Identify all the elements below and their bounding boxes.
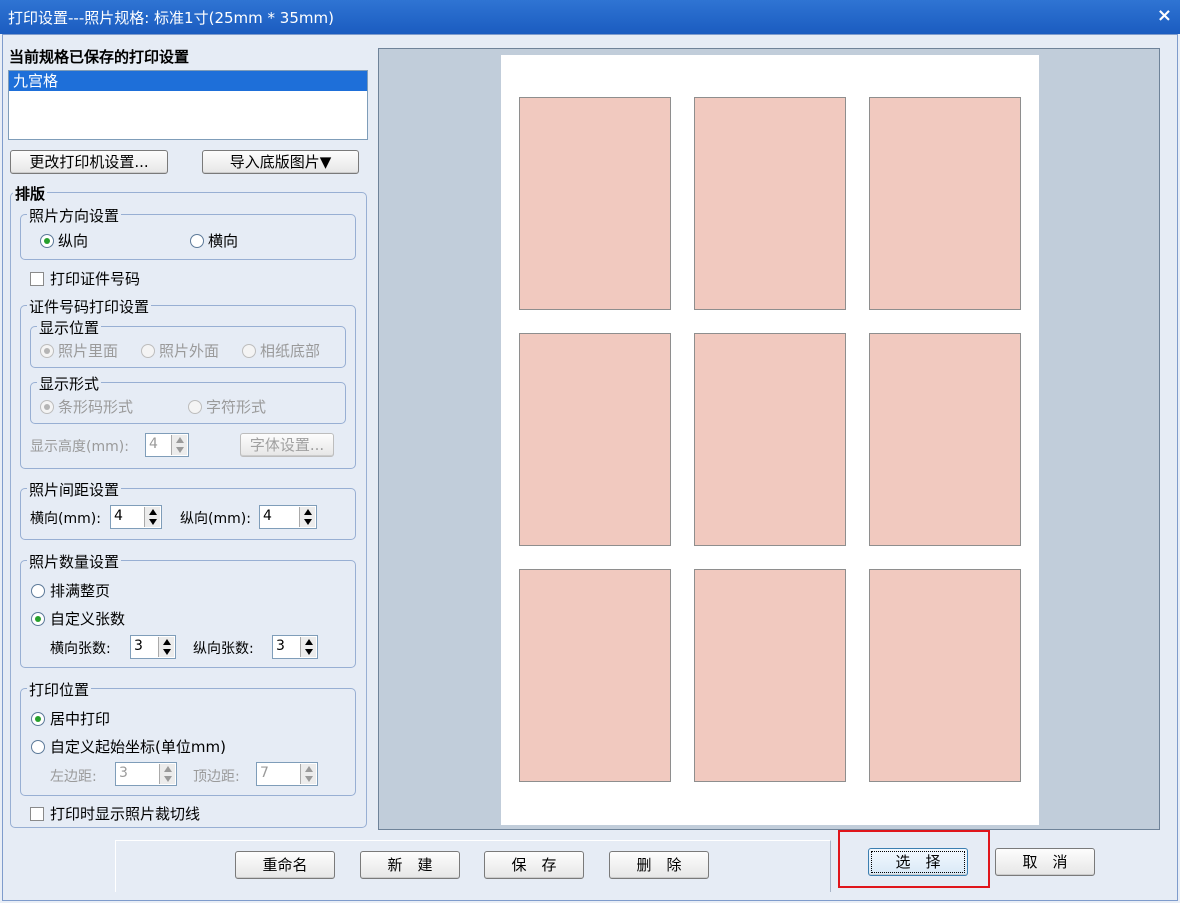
import-background-button[interactable]: 导入底版图片▼ — [202, 150, 359, 174]
stepper-arrows-icon[interactable] — [144, 507, 160, 527]
cols-value: 3 — [134, 638, 143, 654]
h-spacing-value: 4 — [114, 508, 123, 524]
close-icon[interactable]: × — [1157, 5, 1172, 26]
portrait-label: 纵向 — [58, 232, 89, 250]
preview-photo — [519, 97, 671, 310]
paper-bottom-radio[interactable] — [242, 344, 256, 358]
new-button[interactable]: 新 建 — [360, 851, 460, 879]
preview-photo — [519, 569, 671, 782]
chars-label: 字符形式 — [206, 398, 267, 416]
save-button[interactable]: 保 存 — [484, 851, 584, 879]
rows-label: 纵向张数: — [193, 641, 254, 657]
outside-photo-radio[interactable] — [141, 344, 155, 358]
id-settings-group-title: 证件号码打印设置 — [27, 296, 152, 317]
preview-photo — [694, 569, 846, 782]
display-form-title: 显示形式 — [37, 373, 102, 394]
saved-settings-list[interactable]: 九宫格 — [8, 70, 368, 140]
preview-photo — [694, 97, 846, 310]
stepper-arrows-icon[interactable] — [171, 435, 187, 455]
display-height-stepper[interactable]: 4 — [145, 433, 189, 457]
cut-lines-label: 打印时显示照片裁切线 — [50, 805, 201, 823]
display-height-label: 显示高度(mm): — [30, 439, 129, 455]
custom-origin-label: 自定义起始坐标(单位mm) — [50, 738, 226, 756]
rename-button[interactable]: 重命名 — [235, 851, 335, 879]
left-margin-value: 3 — [119, 765, 128, 781]
v-spacing-value: 4 — [263, 508, 272, 524]
v-spacing-label: 纵向(mm): — [180, 511, 251, 527]
custom-count-label: 自定义张数 — [50, 610, 126, 628]
bottom-button-panel — [115, 840, 831, 892]
stepper-arrows-icon[interactable] — [299, 507, 315, 527]
top-margin-value: 7 — [260, 765, 269, 781]
preview-photo — [519, 333, 671, 546]
landscape-label: 横向 — [208, 232, 239, 250]
rows-stepper[interactable]: 3 — [272, 635, 318, 659]
print-id-label: 打印证件号码 — [50, 270, 141, 288]
rows-value: 3 — [276, 638, 285, 654]
fill-page-radio[interactable] — [31, 584, 45, 598]
barcode-radio[interactable] — [40, 400, 54, 414]
window-title: 打印设置---照片规格: 标准1寸(25mm * 35mm) — [8, 9, 334, 27]
display-height-value: 4 — [149, 436, 158, 452]
saved-settings-label: 当前规格已保存的打印设置 — [9, 48, 190, 66]
print-id-checkbox[interactable] — [30, 272, 44, 286]
cols-stepper[interactable]: 3 — [130, 635, 176, 659]
select-button[interactable]: 选 择 — [868, 848, 968, 876]
cols-label: 横向张数: — [50, 641, 111, 657]
preview-photo — [869, 569, 1021, 782]
inside-photo-radio[interactable] — [40, 344, 54, 358]
spacing-group-title: 照片间距设置 — [27, 479, 122, 500]
delete-button[interactable]: 删 除 — [609, 851, 709, 879]
custom-count-radio[interactable] — [31, 612, 45, 626]
inside-photo-label: 照片里面 — [58, 342, 119, 360]
fill-page-label: 排满整页 — [50, 582, 111, 600]
center-print-label: 居中打印 — [50, 710, 111, 728]
left-margin-label: 左边距: — [50, 769, 97, 785]
stepper-arrows-icon[interactable] — [159, 764, 175, 784]
top-margin-label: 顶边距: — [193, 769, 240, 785]
paper-bottom-label: 相纸底部 — [260, 342, 321, 360]
font-settings-button[interactable]: 字体设置... — [240, 433, 334, 457]
layout-group-title: 排版 — [13, 183, 48, 204]
cut-lines-checkbox[interactable] — [30, 807, 44, 821]
print-position-title: 打印位置 — [27, 679, 92, 700]
change-printer-button[interactable]: 更改打印机设置... — [10, 150, 168, 174]
stepper-arrows-icon[interactable] — [300, 764, 316, 784]
preview-photo — [694, 333, 846, 546]
preview-photo — [869, 97, 1021, 310]
orientation-group-title: 照片方向设置 — [27, 205, 122, 226]
barcode-label: 条形码形式 — [58, 398, 134, 416]
h-spacing-stepper[interactable]: 4 — [110, 505, 162, 529]
custom-origin-radio[interactable] — [31, 740, 45, 754]
portrait-radio[interactable] — [40, 234, 54, 248]
cancel-button[interactable]: 取 消 — [995, 848, 1095, 876]
stepper-arrows-icon[interactable] — [158, 637, 174, 657]
list-item[interactable]: 九宫格 — [9, 71, 367, 91]
outside-photo-label: 照片外面 — [159, 342, 220, 360]
top-margin-stepper[interactable]: 7 — [256, 762, 318, 786]
preview-paper — [501, 55, 1039, 825]
left-margin-stepper[interactable]: 3 — [115, 762, 177, 786]
h-spacing-label: 横向(mm): — [30, 511, 101, 527]
stepper-arrows-icon[interactable] — [300, 637, 316, 657]
title-bar: 打印设置---照片规格: 标准1寸(25mm * 35mm) × — [0, 0, 1180, 34]
print-preview — [378, 48, 1160, 830]
landscape-radio[interactable] — [190, 234, 204, 248]
chars-radio[interactable] — [188, 400, 202, 414]
v-spacing-stepper[interactable]: 4 — [259, 505, 317, 529]
count-group-title: 照片数量设置 — [27, 551, 122, 572]
center-print-radio[interactable] — [31, 712, 45, 726]
display-position-title: 显示位置 — [37, 317, 102, 338]
preview-photo — [869, 333, 1021, 546]
